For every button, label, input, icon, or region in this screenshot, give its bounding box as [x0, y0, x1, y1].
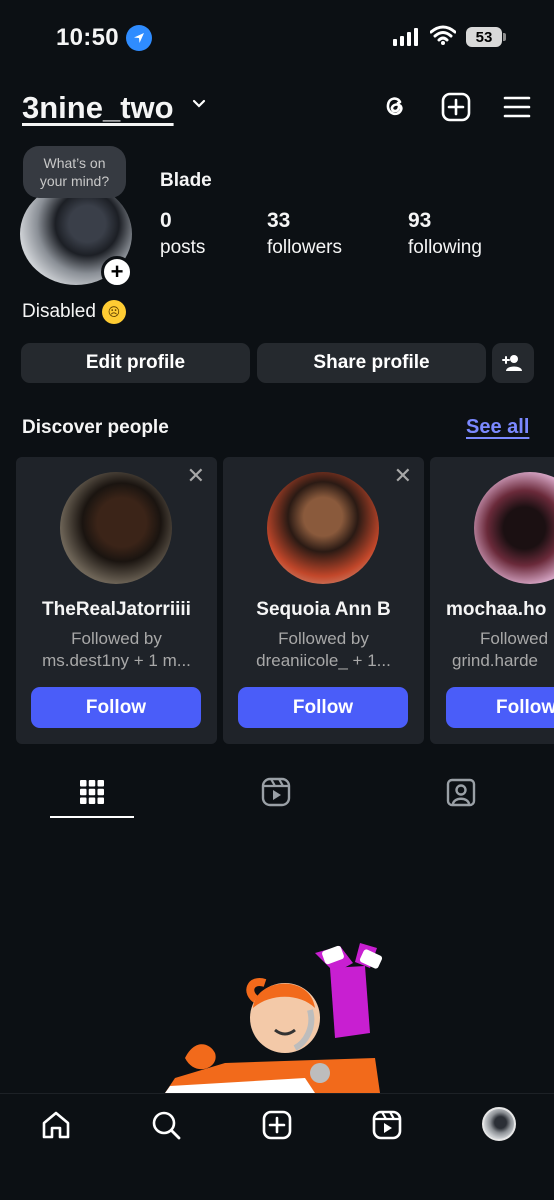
note-bubble-line1: What’s on	[43, 155, 106, 171]
tab-reels-icon[interactable]	[259, 775, 293, 809]
unamused-face-emoji: ☹	[101, 300, 126, 324]
suggestion-card[interactable]: mochaa.ho Followed grind.harde Follow	[430, 457, 554, 744]
followed-by-label: Followed by	[278, 629, 369, 648]
nav-search-icon[interactable]	[148, 1107, 184, 1143]
location-arrow-icon	[126, 25, 152, 51]
edit-profile-button[interactable]: Edit profile	[21, 343, 250, 383]
follow-button[interactable]: Follow	[446, 687, 554, 728]
nav-reels-icon[interactable]	[369, 1107, 405, 1143]
discover-people-toggle-button[interactable]	[492, 343, 534, 383]
nav-profile-avatar[interactable]	[482, 1107, 516, 1141]
nav-home-icon[interactable]	[38, 1107, 74, 1143]
note-bubble[interactable]: What’s on your mind?	[23, 146, 126, 198]
username-switcher[interactable]: 3nine_two	[22, 90, 174, 126]
see-all-link[interactable]: See all	[466, 416, 529, 439]
followers-count[interactable]: 33	[267, 209, 290, 233]
suggested-username[interactable]: TheRealJatorriiii	[16, 599, 217, 621]
bio-text: Disabled	[22, 301, 96, 322]
followers-label[interactable]: followers	[267, 237, 342, 259]
follow-button[interactable]: Follow	[238, 687, 408, 728]
following-label[interactable]: following	[408, 237, 482, 259]
follow-button[interactable]: Follow	[31, 687, 201, 728]
nav-create-icon[interactable]	[259, 1107, 295, 1143]
suggested-username[interactable]: mochaa.ho	[446, 599, 546, 621]
empty-state-illustration	[165, 938, 395, 1093]
followed-by-label: Followed by	[71, 629, 162, 648]
mutual-followers: grind.harde	[452, 651, 539, 670]
share-profile-button[interactable]: Share profile	[257, 343, 486, 383]
mutual-followers: ms.dest1ny + 1 m...	[42, 651, 191, 670]
display-name: Blade	[160, 170, 212, 191]
create-post-icon[interactable]	[439, 90, 473, 124]
suggested-user-avatar[interactable]	[474, 472, 554, 584]
dismiss-icon[interactable]: ✕	[187, 465, 205, 487]
posts-label: posts	[160, 237, 206, 258]
status-time: 10:50	[56, 24, 119, 51]
threads-icon[interactable]	[377, 90, 411, 124]
cellular-signal-icon	[393, 28, 418, 46]
add-story-plus-icon[interactable]: +	[101, 256, 133, 288]
tab-posts-grid-icon[interactable]	[75, 775, 109, 809]
following-count[interactable]: 93	[408, 209, 431, 233]
mutual-followers: dreaniicole_ + 1...	[256, 651, 391, 670]
suggestion-card[interactable]: ✕ Sequoia Ann B Followed by dreaniicole_…	[223, 457, 424, 744]
active-tab-indicator	[50, 816, 134, 818]
battery-indicator: 53	[466, 27, 502, 47]
wifi-icon	[429, 25, 457, 50]
bio: Disabled ☹	[22, 300, 126, 324]
discover-people-title: Discover people	[22, 417, 169, 438]
menu-icon[interactable]	[500, 90, 534, 124]
add-person-icon	[502, 355, 522, 371]
suggested-user-avatar[interactable]	[267, 472, 379, 584]
followed-by-label: Followed	[480, 629, 549, 648]
tab-tagged-icon[interactable]	[444, 775, 478, 809]
suggestion-card[interactable]: ✕ TheRealJatorriiii Followed by ms.dest1…	[16, 457, 217, 744]
suggested-username[interactable]: Sequoia Ann B	[223, 599, 424, 621]
posts-count: 0	[160, 209, 172, 232]
battery-nub	[503, 33, 506, 41]
note-bubble-line2: your mind?	[39, 173, 110, 189]
dismiss-icon[interactable]: ✕	[394, 465, 412, 487]
suggested-user-avatar[interactable]	[60, 472, 172, 584]
chevron-down-icon[interactable]	[191, 96, 207, 117]
